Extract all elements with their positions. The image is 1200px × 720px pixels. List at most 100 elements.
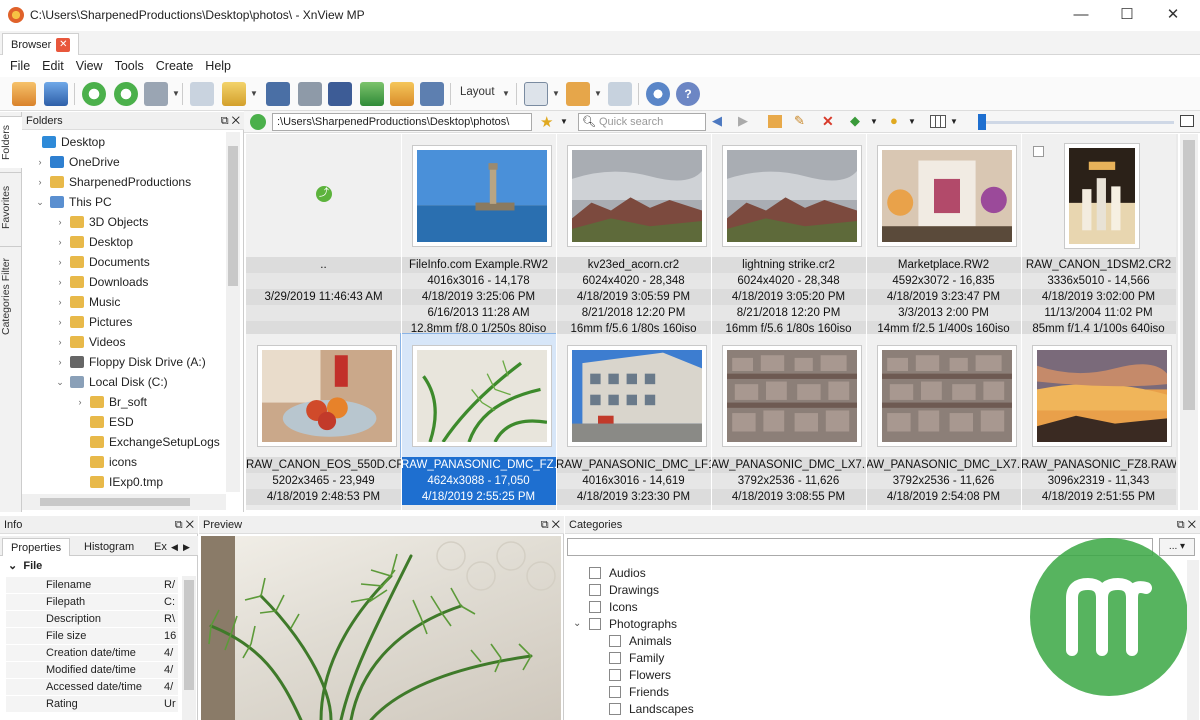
expand-arrow-icon[interactable]: › xyxy=(54,257,66,267)
thumbnail-item[interactable]: lightning strike.cr2 6024x4020 - 28,348 4/… xyxy=(711,134,866,337)
forward-arrow-icon[interactable]: ▶ xyxy=(738,113,748,129)
category-item[interactable]: Friends xyxy=(593,683,669,700)
expand-arrow-icon[interactable]: › xyxy=(54,277,66,287)
folder-tree-item[interactable]: › Pictures xyxy=(54,312,133,332)
menu-help[interactable]: Help xyxy=(199,59,237,73)
expand-arrow-icon[interactable]: › xyxy=(54,317,66,327)
go-up-icon[interactable] xyxy=(250,114,266,130)
view-mode-dropdown-icon[interactable]: ▼ xyxy=(552,89,560,98)
thumbnail-size-slider-thumb[interactable] xyxy=(978,114,986,130)
folder-tree-item[interactable]: › Downloads xyxy=(54,272,149,292)
quick-search-input[interactable]: Quick search xyxy=(578,113,706,131)
folder-tree-item[interactable]: ESD xyxy=(74,412,134,432)
category-item[interactable]: Flowers xyxy=(593,666,671,683)
folder-tree-item[interactable]: ExchangeSetupLogs xyxy=(74,432,220,452)
thumbnail-size-slider[interactable] xyxy=(978,121,1174,124)
parent-folder-thumbnail[interactable]: ⤴.. 3/29/2019 11:46:43 AM xyxy=(246,134,401,337)
category-checkbox[interactable] xyxy=(589,566,601,579)
menu-view[interactable]: View xyxy=(70,59,109,73)
folder-tree-item[interactable]: › Desktop xyxy=(54,232,134,252)
folder-tree-item[interactable]: › Br_soft xyxy=(74,392,148,412)
filter-dropdown-icon[interactable]: ▼ xyxy=(870,117,878,126)
categories-scrollbar[interactable] xyxy=(1187,560,1199,720)
tab-histogram[interactable]: Histogram xyxy=(76,538,142,556)
move-icon[interactable] xyxy=(222,82,246,106)
expand-arrow-icon[interactable]: › xyxy=(54,337,66,347)
collapse-arrow-icon[interactable]: ⌄ xyxy=(8,560,17,572)
move-dropdown-icon[interactable]: ▼ xyxy=(250,89,258,98)
thumbnail-item[interactable]: RAW_PANASONIC_DMC_LF1... 4016x3016 - 14,6… xyxy=(556,334,711,510)
thumbnail-item[interactable]: RAW_CANON_EOS_550D.CR2 5202x3465 - 23,949… xyxy=(246,334,401,510)
minimize-button[interactable]: — xyxy=(1066,5,1096,25)
close-window-button[interactable]: ✕ xyxy=(1158,5,1188,25)
side-tab-categories-filter[interactable]: Categories Filter xyxy=(0,246,22,346)
thumbnail-checkbox[interactable] xyxy=(1033,146,1044,157)
folder-tree-item[interactable]: IExp0.tmp xyxy=(74,472,163,492)
rotate-icon[interactable] xyxy=(114,82,138,106)
adjust-dropdown-icon[interactable]: ▼ xyxy=(172,89,180,98)
restore-view-icon[interactable] xyxy=(1180,115,1194,127)
folder-tree-item[interactable]: › Floppy Disk Drive (A:) xyxy=(54,352,206,372)
category-checkbox[interactable] xyxy=(609,702,621,715)
expand-arrow-icon[interactable]: › xyxy=(34,157,46,167)
import-icon[interactable] xyxy=(12,82,36,106)
fullscreen-icon[interactable] xyxy=(44,82,68,106)
print-icon[interactable] xyxy=(298,82,322,106)
close-tab-icon[interactable]: ✕ xyxy=(56,37,71,52)
pane-close-icon[interactable]: ⧉ ✕ xyxy=(221,112,240,130)
thumbnail-item[interactable]: RAW_CANON_1DSM2.CR2 3336x5010 - 14,566 4/1… xyxy=(1021,134,1176,337)
folder-tree-item[interactable]: ⌄ Local Disk (C:) xyxy=(54,372,167,392)
tab-browser[interactable]: Browser ✕ xyxy=(2,33,80,55)
capture-icon[interactable] xyxy=(420,82,444,106)
category-item[interactable]: Audios xyxy=(573,564,646,581)
folder-tree-item[interactable]: icons xyxy=(74,452,137,472)
layout-button[interactable]: Layout xyxy=(460,86,495,98)
folder-tree-item[interactable]: › 3D Objects xyxy=(54,212,149,232)
thumbnail-item[interactable]: kv23ed_acorn.cr2 6024x4020 - 28,348 4/18/2… xyxy=(556,134,711,337)
category-checkbox[interactable] xyxy=(609,634,621,647)
folder-tree-item[interactable]: › Music xyxy=(54,292,121,312)
category-checkbox[interactable] xyxy=(589,583,601,596)
info-scrollbar[interactable] xyxy=(182,576,196,720)
collapse-arrow-icon[interactable]: ⌄ xyxy=(573,618,589,629)
adjust-icon[interactable] xyxy=(144,82,168,106)
expand-arrow-icon[interactable]: › xyxy=(54,237,66,247)
filter-icon[interactable]: ◆ xyxy=(850,113,860,129)
folder-tree-item[interactable]: › Videos xyxy=(54,332,126,352)
side-tab-folders[interactable]: Folders xyxy=(0,116,22,168)
tips-bulb-icon[interactable]: ● xyxy=(890,113,898,128)
view-mode-icon[interactable] xyxy=(524,82,548,106)
slideshow-icon[interactable] xyxy=(390,82,414,106)
batch-convert-icon[interactable] xyxy=(360,82,384,106)
category-item[interactable]: Drawings xyxy=(573,581,659,598)
folder-tree-item[interactable]: › SharpenedProductions xyxy=(34,172,192,192)
pane-close-icon[interactable]: ⧉ ✕ xyxy=(175,516,194,534)
category-item[interactable]: Animals xyxy=(593,632,672,649)
new-folder-icon[interactable] xyxy=(768,115,782,128)
favorites-star-icon[interactable]: ★ xyxy=(540,113,553,131)
thumbnail-item[interactable]: FileInfo.com Example.RW2 4016x3016 - 14,1… xyxy=(401,134,556,337)
grid-scrollbar[interactable] xyxy=(1180,134,1198,510)
category-checkbox[interactable] xyxy=(609,668,621,681)
category-checkbox[interactable] xyxy=(589,617,601,630)
category-checkbox[interactable] xyxy=(609,651,621,664)
menu-create[interactable]: Create xyxy=(150,59,200,73)
folder-scrollbar-thumb[interactable] xyxy=(228,146,238,286)
expand-arrow-icon[interactable]: ⌄ xyxy=(34,197,46,208)
tree-icon[interactable] xyxy=(608,82,632,106)
thumbnail-view-dropdown-icon[interactable]: ▼ xyxy=(950,117,958,126)
expand-arrow-icon[interactable]: ⌄ xyxy=(54,377,66,388)
sort-dropdown-icon[interactable]: ▼ xyxy=(594,89,602,98)
back-arrow-icon[interactable]: ◀ xyxy=(712,113,722,129)
layout-dropdown-icon[interactable]: ▼ xyxy=(502,89,510,98)
category-item[interactable]: Landscapes xyxy=(593,700,694,717)
thumbnail-item[interactable]: AW_PANASONIC_DMC_LX7... 3792x2536 - 11,62… xyxy=(866,334,1021,510)
tips-dropdown-icon[interactable]: ▼ xyxy=(908,117,916,126)
pane-close-icon[interactable]: ⧉ ✕ xyxy=(1177,516,1196,534)
expand-arrow-icon[interactable]: › xyxy=(54,357,66,367)
pane-close-icon[interactable]: ⧉ ✕ xyxy=(541,516,560,534)
refresh-icon[interactable] xyxy=(82,82,106,106)
menu-tools[interactable]: Tools xyxy=(109,59,150,73)
menu-edit[interactable]: Edit xyxy=(36,59,70,73)
find-binoculars-icon[interactable] xyxy=(266,82,290,106)
